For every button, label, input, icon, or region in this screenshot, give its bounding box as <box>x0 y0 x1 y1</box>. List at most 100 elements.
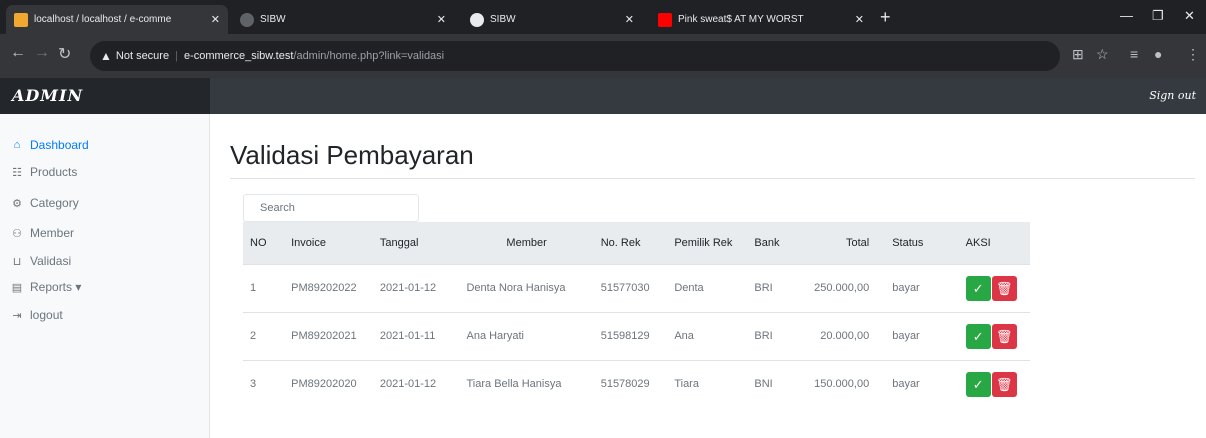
brand-logo[interactable]: ADMIN <box>0 78 210 114</box>
sidebar-item-validasi[interactable]: ⊔ Validasi <box>10 250 71 272</box>
cart-icon: ⊔ <box>12 255 22 268</box>
browser-tab-sibw-2[interactable]: SIBW ✕ <box>462 5 642 34</box>
logout-icon: ⇥ <box>12 309 22 322</box>
page-title: Validasi Pembayaran <box>230 140 474 170</box>
table-row: 1 PM89202022 2021-01-12 Denta Nora Hanis… <box>243 263 1030 312</box>
cell-pemilik-rek: Ana <box>667 311 748 360</box>
column-header-tanggal: Tanggal <box>379 236 419 249</box>
cell-actions: ✓ 🗑 <box>947 359 1030 408</box>
gear-icon: ⚙ <box>12 197 22 210</box>
back-icon[interactable]: ← <box>10 44 26 62</box>
home-icon: ⌂ <box>13 139 21 151</box>
globe-icon <box>470 12 484 27</box>
cell-actions: ✓ 🗑 <box>947 311 1030 360</box>
cell-status: bayar <box>876 311 948 360</box>
translate-icon[interactable]: ⊞ <box>1072 46 1084 63</box>
cell-pemilik-rek: Tiara <box>667 359 748 408</box>
table-row: 3 PM89202020 2021-01-12 Tiara Bella Hani… <box>243 359 1030 408</box>
column-header-aksi: AKSI <box>965 236 991 249</box>
reload-icon[interactable]: ↻ <box>58 44 71 64</box>
cell-invoice: PM89202020 <box>284 359 373 408</box>
cell-status: bayar <box>876 263 948 312</box>
sidebar-item-label: Reports ▾ <box>30 280 82 294</box>
approve-button[interactable]: ✓ <box>965 371 991 397</box>
cell-member: Denta Nora Hanisya <box>459 263 594 312</box>
cell-no: 2 <box>243 311 285 360</box>
sidebar-item-products[interactable]: ☷ Products <box>10 161 77 183</box>
close-window-icon[interactable]: ✕ <box>1184 8 1195 24</box>
table-header-row: NO Invoice Tanggal Member No. Rek Pemili… <box>243 222 1030 264</box>
check-icon: ✓ <box>972 328 984 344</box>
sidebar-item-member[interactable]: ⚇ Member <box>10 222 74 244</box>
sidebar-item-category[interactable]: ⚙ Category <box>10 192 79 214</box>
close-tab-icon[interactable]: ✕ <box>437 13 446 26</box>
tab-title: Pink sweat$ AT MY WORST <box>678 14 804 25</box>
browser-tab-phpmyadmin[interactable]: localhost / localhost / e-comme ✕ <box>6 5 228 34</box>
users-icon: ⚇ <box>12 227 22 240</box>
close-tab-icon[interactable]: ✕ <box>211 13 220 26</box>
browser-tab-sibw-1[interactable]: SIBW ✕ <box>232 5 454 34</box>
tab-title: SIBW <box>260 14 286 25</box>
warning-icon: ▲ <box>100 49 112 63</box>
approve-button[interactable]: ✓ <box>965 275 991 301</box>
cell-invoice: PM89202022 <box>284 263 373 312</box>
address-separator: | <box>175 50 178 62</box>
sidebar-item-dashboard[interactable]: ⌂ Dashboard <box>10 134 89 156</box>
browser-toolbar: ← → ↻ ▲ Not secure | e-commerce_sibw.tes… <box>0 34 1206 78</box>
trash-icon: 🗑 <box>995 328 1013 344</box>
trash-icon: 🗑 <box>995 280 1013 296</box>
globe-icon <box>240 12 254 27</box>
url-host: e-commerce_sibw.test <box>183 50 294 62</box>
close-tab-icon[interactable]: ✕ <box>625 13 634 26</box>
sidebar-item-reports[interactable]: ▤ Reports ▾ <box>10 276 82 298</box>
playlist-icon[interactable]: ≡ <box>1130 46 1138 62</box>
cell-bank: BNI <box>747 359 793 408</box>
close-tab-icon[interactable]: ✕ <box>855 13 864 26</box>
approve-button[interactable]: ✓ <box>965 323 991 349</box>
minimize-icon[interactable]: — <box>1120 8 1133 23</box>
bookmark-star-icon[interactable]: ☆ <box>1096 46 1109 63</box>
column-header-bank: Bank <box>754 236 780 249</box>
cell-tanggal: 2021-01-11 <box>372 311 460 360</box>
cell-no-rek: 51578029 <box>593 359 668 408</box>
tab-title: SIBW <box>490 14 516 25</box>
column-header-no: NO <box>250 236 267 249</box>
check-icon: ✓ <box>972 376 984 392</box>
delete-button[interactable]: 🗑 <box>991 371 1017 397</box>
menu-kebab-icon[interactable]: ⋮ <box>1186 46 1200 63</box>
search-input[interactable]: Search <box>243 194 419 222</box>
delete-button[interactable]: 🗑 <box>991 323 1017 349</box>
cell-status: bayar <box>876 359 948 408</box>
sidebar-item-label: Validasi <box>30 254 72 268</box>
browser-tab-youtube[interactable]: Pink sweat$ AT MY WORST ✕ <box>650 5 872 34</box>
security-label: Not secure <box>115 50 170 62</box>
column-header-member: Member <box>506 236 547 249</box>
address-bar[interactable]: ▲ Not secure | e-commerce_sibw.test /adm… <box>90 41 1060 71</box>
cell-total: 250.000,00 <box>792 263 877 312</box>
forward-icon[interactable]: → <box>34 44 50 62</box>
cell-actions: ✓ 🗑 <box>947 263 1030 312</box>
cell-total: 150.000,00 <box>792 359 877 408</box>
cell-tanggal: 2021-01-12 <box>372 263 460 312</box>
sidebar-item-label: Products <box>30 165 78 179</box>
cell-bank: BRI <box>747 263 793 312</box>
url-path: /admin/home.php?link=validasi <box>293 50 445 62</box>
sidebar-item-logout[interactable]: ⇥ logout <box>10 304 62 326</box>
cell-no: 1 <box>243 263 285 312</box>
tab-title: localhost / localhost / e-comme <box>34 14 172 25</box>
column-header-invoice: Invoice <box>291 236 326 249</box>
new-tab-icon[interactable]: + <box>880 8 891 26</box>
check-icon: ✓ <box>972 280 984 296</box>
title-divider <box>230 178 1195 179</box>
cell-total: 20.000,00 <box>792 311 877 360</box>
cell-tanggal: 2021-01-12 <box>372 359 460 408</box>
payment-validation-table: NO Invoice Tanggal Member No. Rek Pemili… <box>243 222 1030 408</box>
sign-out-link[interactable]: Sign out <box>1149 89 1196 102</box>
cell-member: Tiara Bella Hanisya <box>459 359 594 408</box>
column-header-pemilik-rek: Pemilik Rek <box>674 236 733 249</box>
profile-avatar-icon[interactable]: ● <box>1154 46 1162 62</box>
delete-button[interactable]: 🗑 <box>991 275 1017 301</box>
list-icon: ☷ <box>12 166 22 179</box>
sidebar-item-label: Category <box>30 196 79 210</box>
maximize-icon[interactable]: ❐ <box>1152 8 1164 24</box>
